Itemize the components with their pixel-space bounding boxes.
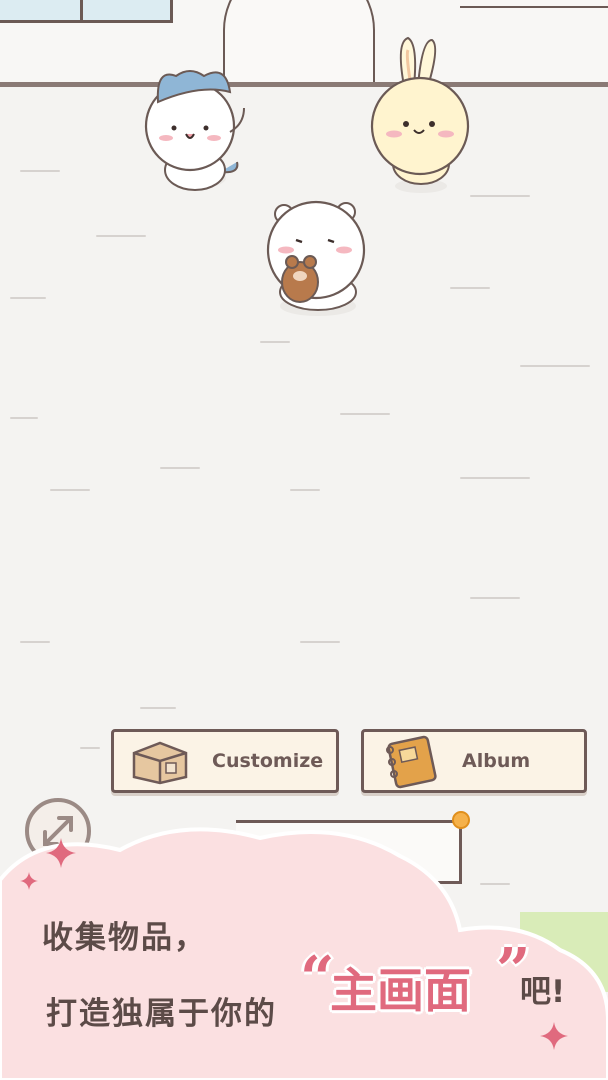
album-button[interactable]: Album	[361, 729, 587, 793]
box-icon	[130, 737, 190, 785]
window	[0, 0, 173, 23]
character-chiikawa[interactable]	[262, 196, 374, 318]
album-label: Album	[462, 750, 530, 772]
sparkle-icon	[20, 872, 38, 890]
customize-label: Customize	[212, 750, 323, 772]
promo-text-line2: 打造独属于你的	[46, 988, 277, 1033]
sparkle-icon	[540, 1022, 568, 1050]
character-hachiware[interactable]	[140, 62, 255, 194]
character-usagi[interactable]	[366, 36, 476, 194]
room-wall	[0, 0, 608, 86]
sparkle-icon	[46, 838, 76, 868]
customize-button[interactable]: Customize	[111, 729, 339, 793]
promo-highlight: 主画面	[330, 952, 471, 1021]
wall-shelf	[460, 0, 608, 8]
promo-text-line1: 收集物品，	[42, 912, 207, 957]
game-scene: Customize Album 收集物品， 打造独属于你的	[0, 0, 608, 1080]
promo-text-ending: 吧!	[520, 966, 565, 1011]
notebook-icon	[380, 732, 438, 790]
